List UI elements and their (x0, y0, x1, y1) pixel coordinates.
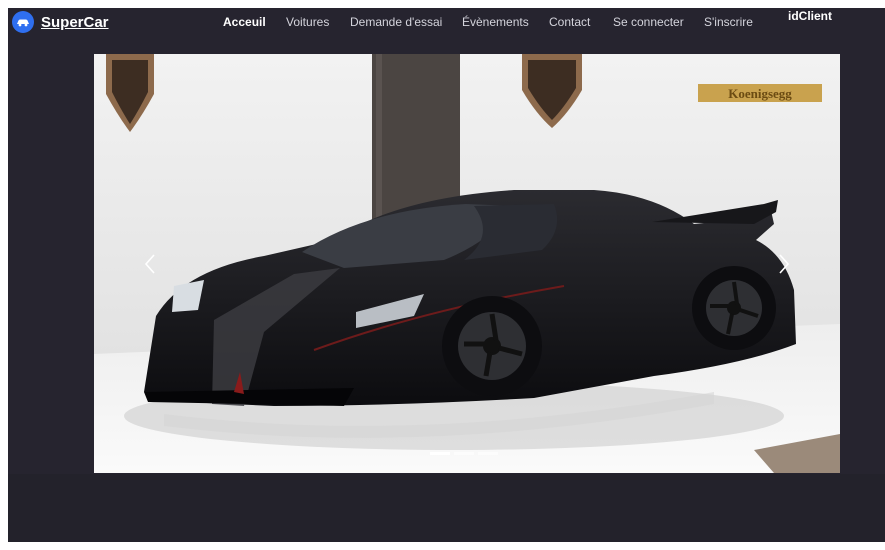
carousel-indicators (430, 452, 498, 455)
chevron-left-icon (144, 253, 156, 275)
nav-item-acceuil[interactable]: Acceuil (223, 15, 266, 29)
brand-name[interactable]: SuperCar (41, 14, 109, 31)
navbar: SuperCar Acceuil Voitures Demande d'essa… (8, 8, 885, 38)
nav-item-se-connecter[interactable]: Se connecter (613, 15, 684, 29)
carousel-prev-button[interactable] (136, 244, 164, 284)
front-wheel (442, 296, 542, 396)
carousel-indicator[interactable] (430, 452, 450, 455)
car-icon (12, 11, 34, 33)
nav-item-voitures[interactable]: Voitures (286, 15, 329, 29)
brand-link[interactable]: SuperCar (12, 11, 109, 33)
client-id-label: idClient (788, 9, 832, 23)
carousel-indicator[interactable] (454, 452, 474, 455)
hero-carousel: Koenigsegg (94, 54, 840, 473)
carousel-next-button[interactable] (770, 244, 798, 284)
nav-item-sinscrire[interactable]: S'inscrire (704, 15, 753, 29)
nav-item-contact[interactable]: Contact (549, 15, 590, 29)
rear-wheel (692, 266, 776, 350)
nav-item-evenements[interactable]: Évènements (462, 15, 529, 29)
svg-text:Koenigsegg: Koenigsegg (728, 86, 792, 101)
app-frame: SuperCar Acceuil Voitures Demande d'essa… (8, 8, 885, 542)
koenigsegg-wall-logo: Koenigsegg (698, 84, 822, 102)
chevron-right-icon (778, 253, 790, 275)
carousel-indicator[interactable] (478, 452, 498, 455)
page-footer-band (8, 474, 885, 542)
nav-item-demande-essai[interactable]: Demande d'essai (350, 15, 442, 29)
hero-car-image: Koenigsegg (94, 54, 840, 473)
